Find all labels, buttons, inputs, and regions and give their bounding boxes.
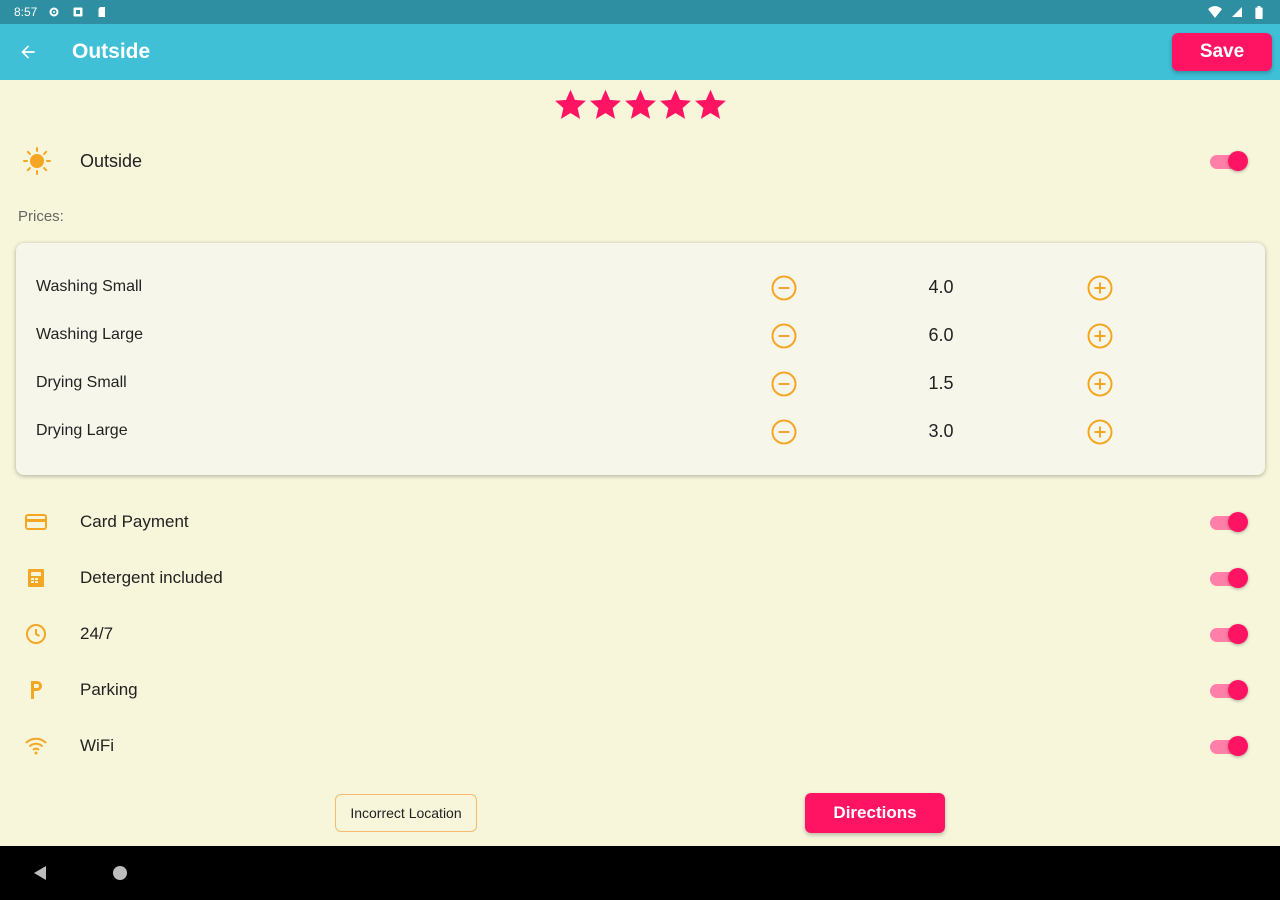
detergent-icon [22, 563, 50, 593]
main-toggle-label: Outside [80, 150, 143, 171]
feature-label: Detergent included [80, 568, 223, 587]
nav-home-icon[interactable] [110, 863, 130, 883]
price-value: 4.0 [928, 277, 954, 297]
price-row: Washing Large 6.0 [16, 316, 1265, 356]
sun-icon [22, 146, 52, 176]
notification-icon [71, 5, 85, 19]
star-icon[interactable] [554, 88, 587, 121]
price-value: 1.5 [928, 373, 954, 393]
decrement-icon[interactable] [771, 371, 797, 397]
increment-icon[interactable] [1087, 371, 1113, 397]
parking-icon [22, 675, 50, 705]
price-row: Drying Small 1.5 [16, 364, 1265, 404]
toggle-thumb [1228, 624, 1248, 644]
feature-toggle[interactable] [1210, 566, 1248, 590]
feature-row: WiFi [0, 724, 1280, 768]
directions-button[interactable]: Directions [805, 793, 945, 833]
status-time: 8:57 [14, 5, 38, 19]
price-name: Drying Large [36, 422, 128, 439]
price-name: Drying Small [36, 374, 127, 391]
decrement-icon[interactable] [771, 275, 797, 301]
star-icon[interactable] [694, 88, 727, 121]
app-bar: Outside Save [0, 24, 1280, 80]
navigation-bar [0, 846, 1280, 900]
feature-row: Card Payment [0, 500, 1280, 544]
settings-icon [47, 5, 61, 19]
feature-label: Card Payment [80, 512, 189, 531]
feature-label: 24/7 [80, 624, 114, 643]
feature-row: 24/7 [0, 612, 1280, 656]
back-button[interactable] [0, 24, 56, 80]
page-title: Outside [72, 40, 151, 63]
outside-toggle[interactable] [1210, 149, 1248, 173]
nav-back-icon[interactable] [30, 863, 50, 883]
arrow-left-icon [21, 45, 35, 59]
star-icon[interactable] [624, 88, 657, 121]
feature-toggle[interactable] [1210, 734, 1248, 758]
decrement-icon[interactable] [771, 419, 797, 445]
price-value: 6.0 [928, 325, 954, 345]
save-button[interactable]: Save [1172, 33, 1272, 71]
price-name: Washing Large [36, 326, 144, 343]
price-name: Washing Small [36, 278, 143, 295]
toggle-thumb [1228, 151, 1248, 171]
feature-toggle[interactable] [1210, 678, 1248, 702]
feature-label: WiFi [80, 736, 114, 755]
star-icon[interactable] [659, 88, 692, 121]
feature-label: Parking [80, 680, 138, 699]
toggle-thumb [1228, 512, 1248, 532]
increment-icon[interactable] [1087, 419, 1113, 445]
increment-icon[interactable] [1087, 323, 1113, 349]
wifi-icon [22, 731, 50, 761]
increment-icon[interactable] [1087, 275, 1113, 301]
clock-icon [22, 619, 50, 649]
feature-toggle[interactable] [1210, 510, 1248, 534]
incorrect-location-button[interactable]: Incorrect Location [335, 794, 477, 832]
toggle-thumb [1228, 736, 1248, 756]
decrement-icon[interactable] [771, 323, 797, 349]
feature-row: Detergent included [0, 556, 1280, 600]
wifi-signal-icon [1208, 5, 1222, 19]
price-row: Washing Small 4.0 [16, 268, 1265, 308]
battery-icon [1252, 5, 1266, 19]
star-icon[interactable] [589, 88, 622, 121]
sd-card-icon [95, 5, 109, 19]
credit-card-icon [22, 507, 50, 537]
status-bar: 8:57 [0, 0, 1280, 24]
feature-toggle[interactable] [1210, 622, 1248, 646]
toggle-thumb [1228, 568, 1248, 588]
price-row: Drying Large 3.0 [16, 412, 1265, 452]
main-toggle-row: Outside [0, 139, 1280, 183]
feature-row: Parking [0, 668, 1280, 712]
prices-card: Washing Small 4.0 Washing Large 6.0 Drying S… [16, 243, 1265, 475]
prices-label: Prices: [18, 208, 64, 225]
price-value: 3.0 [928, 421, 954, 441]
cell-signal-icon [1230, 5, 1244, 19]
toggle-thumb [1228, 680, 1248, 700]
star-rating [0, 88, 1280, 124]
